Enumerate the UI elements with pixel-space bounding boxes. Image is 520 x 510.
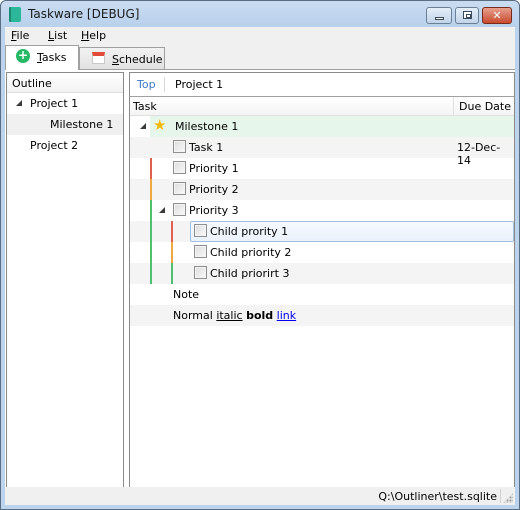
close-icon: ✕ [492, 9, 502, 22]
tab-strip: + Tasks Schedule [5, 45, 515, 70]
task-row-selected[interactable]: Child prority 1 [130, 221, 514, 242]
task-checkbox[interactable] [173, 140, 186, 153]
title-bar[interactable]: Taskware [DEBUG] ✕ [1, 1, 519, 27]
status-separator [500, 489, 501, 503]
expanded-triangle-icon[interactable] [16, 100, 22, 106]
task-checkbox[interactable] [173, 182, 186, 195]
priority-high-marker [171, 221, 173, 242]
menu-file[interactable]: File [11, 29, 29, 42]
tab-tasks-label: Tasks [37, 51, 67, 64]
outline-header: Outline [7, 73, 123, 93]
menu-bar: File List Help [5, 27, 515, 45]
outline-item-project-2[interactable]: Project 2 [7, 135, 123, 156]
task-checkbox[interactable] [173, 161, 186, 174]
task-label: Task 1 [189, 141, 224, 154]
breadcrumb-separator [164, 77, 165, 92]
breadcrumb-top-link[interactable]: Top [137, 78, 156, 91]
task-label: Priority 3 [189, 204, 239, 217]
task-label: Priority 2 [189, 183, 239, 196]
star-icon: ★ [153, 116, 167, 134]
grid-header: Task Due Date [130, 97, 514, 116]
priority-low-marker [150, 200, 152, 221]
app-book-icon [9, 7, 21, 22]
task-row[interactable]: Child priority 2 [130, 242, 514, 263]
outline-item-label: Project 2 [30, 139, 79, 152]
tasks-tab-panel: Outline Project 1 Milestone 1 Project 2 … [5, 69, 515, 488]
expanded-triangle-icon[interactable] [159, 207, 165, 213]
task-row[interactable]: Child priorirt 3 [130, 263, 514, 284]
status-file-path: Q:\Outliner\test.sqlite [378, 490, 497, 503]
tab-schedule[interactable]: Schedule [79, 47, 165, 69]
priority-low-marker [150, 263, 152, 284]
minimize-icon [435, 17, 444, 20]
task-checkbox[interactable] [194, 266, 207, 279]
menu-list[interactable]: List [48, 29, 67, 42]
close-button[interactable]: ✕ [482, 7, 512, 24]
task-label: Priority 1 [189, 162, 239, 175]
column-header-task[interactable]: Task [133, 100, 157, 113]
maximize-button[interactable] [455, 7, 479, 24]
outline-item-label: Project 1 [30, 97, 79, 110]
outline-panel: Outline Project 1 Milestone 1 Project 2 [6, 72, 124, 488]
task-label: Child prority 1 [210, 225, 289, 238]
note-row[interactable]: Note [130, 284, 514, 305]
tab-tasks[interactable]: + Tasks [5, 45, 79, 70]
app-window: Taskware [DEBUG] ✕ File List Help + Task… [0, 0, 520, 510]
task-checkbox[interactable] [194, 224, 207, 237]
italic-text: italic [216, 309, 243, 322]
priority-medium-marker [150, 179, 152, 200]
tab-schedule-label: Schedule [112, 53, 163, 66]
menu-list-label: ist [54, 29, 68, 42]
task-panel: Top Project 1 Task Due Date ★ Milestone … [129, 72, 515, 488]
calendar-icon [92, 52, 105, 64]
task-row[interactable]: Priority 3 [130, 200, 514, 221]
normal-text: Normal [173, 309, 213, 322]
hyperlink[interactable]: link [277, 309, 296, 322]
priority-high-marker [150, 158, 152, 179]
column-header-due-date[interactable]: Due Date [453, 97, 515, 115]
task-label: Child priorirt 3 [210, 267, 290, 280]
resize-grip-icon[interactable] [503, 493, 513, 503]
task-checkbox[interactable] [194, 245, 207, 258]
rich-note-text: Normal italic bold link [173, 309, 296, 322]
note-label: Note [173, 288, 200, 301]
breadcrumb-current: Project 1 [175, 78, 224, 91]
client-area: File List Help + Tasks Schedule Outline … [5, 27, 515, 505]
status-bar: Q:\Outliner\test.sqlite [5, 487, 515, 505]
menu-file-label: ile [16, 29, 30, 42]
expanded-triangle-icon[interactable] [140, 123, 146, 129]
maximize-icon [463, 11, 472, 19]
priority-medium-marker [171, 242, 173, 263]
task-row-milestone[interactable]: ★ Milestone 1 [130, 116, 514, 137]
priority-low-marker [171, 263, 173, 284]
task-row[interactable]: Priority 1 [130, 158, 514, 179]
add-circle-icon: + [16, 48, 30, 63]
minimize-button[interactable] [426, 7, 452, 24]
outline-item-project-1[interactable]: Project 1 [7, 93, 123, 114]
outline-item-label: Milestone 1 [50, 118, 114, 131]
task-label: Child priority 2 [210, 246, 292, 259]
breadcrumb: Top Project 1 [130, 73, 514, 97]
task-row[interactable]: Task 1 12-Dec-14 [130, 137, 514, 167]
priority-low-marker [150, 242, 152, 263]
menu-help[interactable]: Help [81, 29, 106, 42]
task-checkbox[interactable] [173, 203, 186, 216]
task-label: Milestone 1 [175, 120, 239, 133]
outline-item-milestone-1[interactable]: Milestone 1 [7, 114, 123, 135]
rich-note-row[interactable]: Normal italic bold link [130, 305, 514, 326]
window-title: Taskware [DEBUG] [28, 7, 140, 21]
priority-low-marker [150, 221, 152, 242]
task-row[interactable]: Priority 2 [130, 179, 514, 200]
bold-text: bold [246, 309, 274, 322]
menu-help-label: elp [89, 29, 107, 42]
